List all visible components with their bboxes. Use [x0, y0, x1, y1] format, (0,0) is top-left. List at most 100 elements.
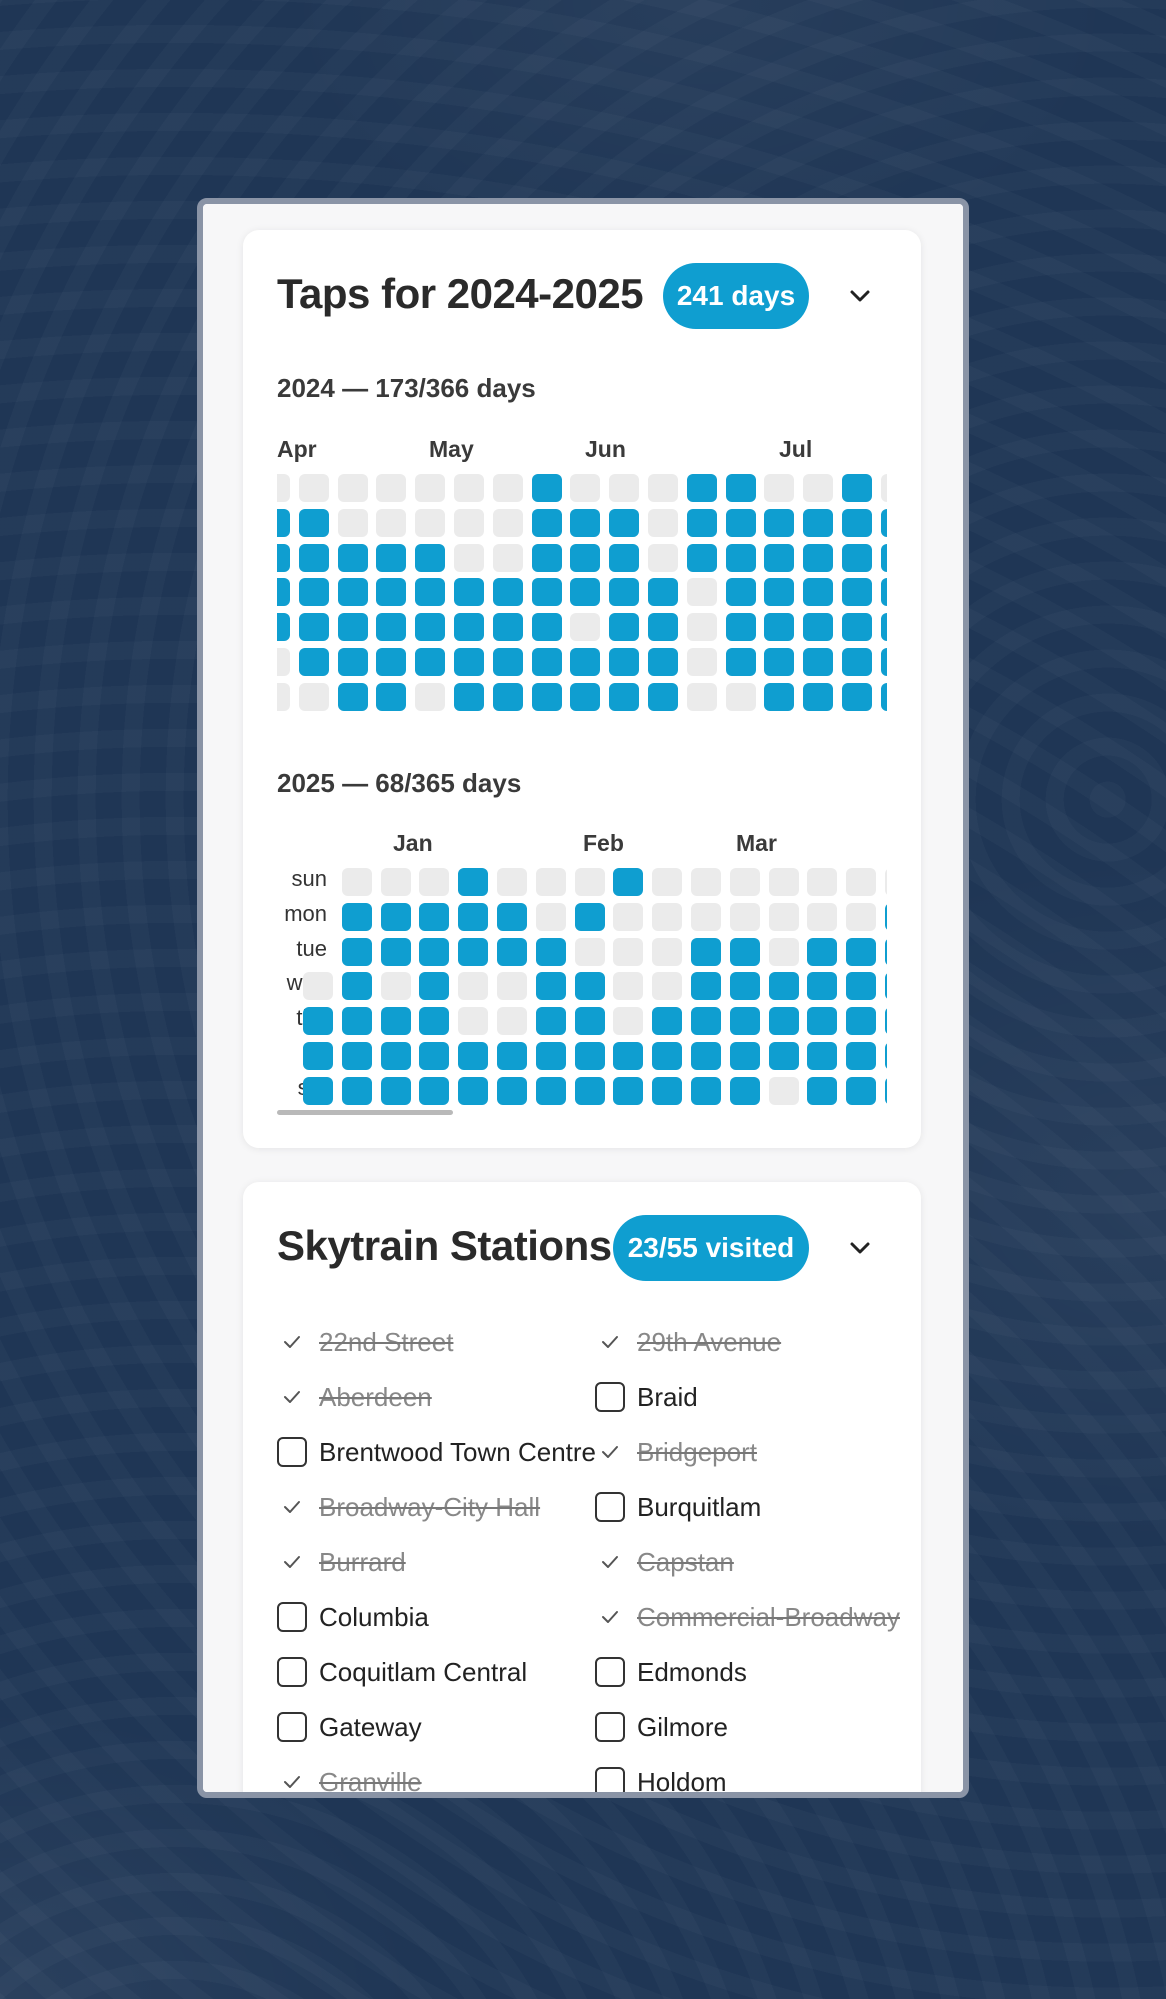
day-cell[interactable] [341, 1007, 372, 1036]
day-cell[interactable] [337, 543, 368, 572]
day-cell[interactable] [729, 868, 760, 896]
day-cell[interactable] [807, 868, 838, 896]
station-item[interactable]: Braid [595, 1377, 698, 1417]
day-cell[interactable] [419, 1042, 450, 1070]
day-cell[interactable] [298, 508, 329, 537]
day-cell[interactable] [531, 648, 562, 676]
day-cell[interactable] [497, 868, 527, 896]
station-item[interactable]: Commercial-Broadway [595, 1597, 900, 1637]
day-cell[interactable] [380, 937, 411, 966]
day-cell[interactable] [337, 648, 368, 676]
day-cell[interactable] [807, 972, 838, 1001]
day-cell[interactable] [842, 648, 872, 676]
day-cell[interactable] [842, 578, 872, 607]
day-cell[interactable] [691, 1042, 721, 1070]
day-cell[interactable] [686, 543, 717, 572]
day-cell[interactable] [652, 972, 683, 1001]
day-cell[interactable] [691, 972, 721, 1001]
day-cell[interactable] [846, 937, 877, 966]
day-cell[interactable] [729, 1042, 760, 1070]
day-cell[interactable] [454, 508, 484, 537]
day-cell[interactable] [497, 972, 527, 1001]
day-cell[interactable] [885, 868, 887, 896]
day-cell[interactable] [803, 474, 834, 502]
day-cell[interactable] [880, 474, 887, 502]
day-cell[interactable] [725, 578, 756, 607]
day-cell[interactable] [570, 682, 601, 711]
day-cell[interactable] [764, 648, 795, 676]
chevron-down-icon[interactable] [843, 279, 877, 313]
day-cell[interactable] [376, 648, 407, 676]
day-cell[interactable] [764, 613, 795, 642]
day-cell[interactable] [277, 508, 290, 537]
day-cell[interactable] [341, 902, 372, 931]
day-cell[interactable] [454, 543, 484, 572]
day-cell[interactable] [652, 1042, 683, 1070]
day-cell[interactable] [686, 508, 717, 537]
day-cell[interactable] [768, 972, 799, 1001]
day-cell[interactable] [303, 1007, 333, 1036]
day-cell[interactable] [652, 937, 683, 966]
day-cell[interactable] [415, 543, 446, 572]
day-cell[interactable] [376, 543, 407, 572]
day-cell[interactable] [341, 972, 372, 1001]
day-cell[interactable] [768, 937, 799, 966]
day-cell[interactable] [574, 972, 605, 1001]
day-cell[interactable] [574, 1076, 605, 1105]
station-item[interactable]: Gilmore [595, 1707, 728, 1747]
day-cell[interactable] [764, 508, 795, 537]
day-cell[interactable] [885, 972, 887, 1001]
day-cell[interactable] [277, 682, 290, 711]
station-checkbox[interactable] [277, 1602, 307, 1632]
day-cell[interactable] [807, 902, 838, 931]
day-cell[interactable] [277, 543, 290, 572]
day-cell[interactable] [885, 902, 887, 931]
day-cell[interactable] [497, 1076, 527, 1105]
station-item[interactable]: 22nd Street [277, 1322, 453, 1362]
day-cell[interactable] [535, 1007, 566, 1036]
chevron-down-icon[interactable] [843, 1231, 877, 1265]
day-cell[interactable] [531, 508, 562, 537]
day-cell[interactable] [380, 1007, 411, 1036]
day-cell[interactable] [613, 1076, 644, 1105]
day-cell[interactable] [807, 1076, 838, 1105]
station-item[interactable]: Columbia [277, 1597, 429, 1637]
day-cell[interactable] [880, 613, 887, 642]
day-cell[interactable] [764, 474, 795, 502]
day-cell[interactable] [341, 937, 372, 966]
day-cell[interactable] [376, 474, 407, 502]
day-cell[interactable] [725, 508, 756, 537]
day-cell[interactable] [497, 1007, 527, 1036]
station-checkbox[interactable] [595, 1767, 625, 1792]
day-cell[interactable] [691, 1007, 721, 1036]
day-cell[interactable] [570, 543, 601, 572]
day-cell[interactable] [341, 1042, 372, 1070]
day-cell[interactable] [298, 648, 329, 676]
day-cell[interactable] [768, 1042, 799, 1070]
heatmap-2025[interactable] [277, 868, 887, 1108]
day-cell[interactable] [454, 682, 484, 711]
station-checkbox[interactable] [595, 1657, 625, 1687]
station-item[interactable]: Coquitlam Central [277, 1652, 527, 1692]
day-cell[interactable] [570, 613, 601, 642]
day-cell[interactable] [574, 902, 605, 931]
day-cell[interactable] [492, 543, 523, 572]
day-cell[interactable] [686, 682, 717, 711]
day-cell[interactable] [454, 578, 484, 607]
day-cell[interactable] [415, 682, 446, 711]
day-cell[interactable] [419, 972, 450, 1001]
day-cell[interactable] [415, 508, 446, 537]
day-cell[interactable] [613, 972, 644, 1001]
station-item[interactable]: Broadway-City Hall [277, 1487, 540, 1527]
day-cell[interactable] [492, 578, 523, 607]
station-item[interactable]: Bridgeport [595, 1432, 757, 1472]
day-cell[interactable] [613, 937, 644, 966]
day-cell[interactable] [298, 474, 329, 502]
day-cell[interactable] [277, 578, 290, 607]
day-cell[interactable] [768, 1076, 799, 1105]
day-cell[interactable] [613, 868, 644, 896]
day-cell[interactable] [725, 474, 756, 502]
day-cell[interactable] [574, 868, 605, 896]
day-cell[interactable] [880, 682, 887, 711]
day-cell[interactable] [885, 937, 887, 966]
